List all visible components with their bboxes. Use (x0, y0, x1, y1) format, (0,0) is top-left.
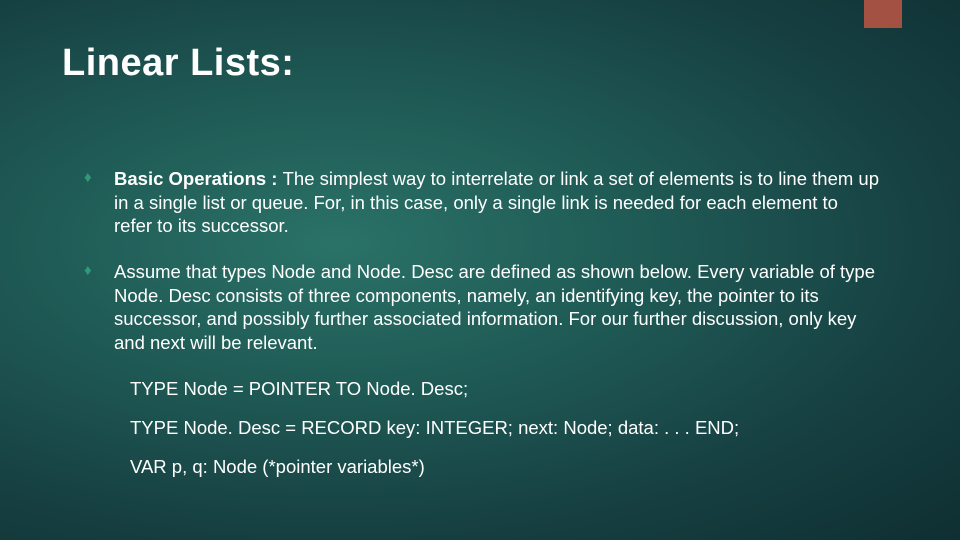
slide-title: Linear Lists: (62, 42, 890, 85)
bullet-text: Assume that types Node and Node. Desc ar… (114, 261, 875, 353)
code-line: VAR p, q: Node (*pointer variables*) (130, 455, 890, 478)
code-line: TYPE Node. Desc = RECORD key: INTEGER; n… (130, 416, 890, 439)
code-block: TYPE Node = POINTER TO Node. Desc; TYPE … (62, 377, 890, 478)
list-item: Assume that types Node and Node. Desc ar… (114, 260, 890, 355)
accent-bar (864, 0, 902, 28)
bullet-list: Basic Operations : The simplest way to i… (62, 167, 890, 355)
code-line: TYPE Node = POINTER TO Node. Desc; (130, 377, 890, 400)
list-item: Basic Operations : The simplest way to i… (114, 167, 890, 238)
bullet-lead: Basic Operations : (114, 168, 283, 189)
slide-body: Linear Lists: Basic Operations : The sim… (0, 0, 960, 478)
